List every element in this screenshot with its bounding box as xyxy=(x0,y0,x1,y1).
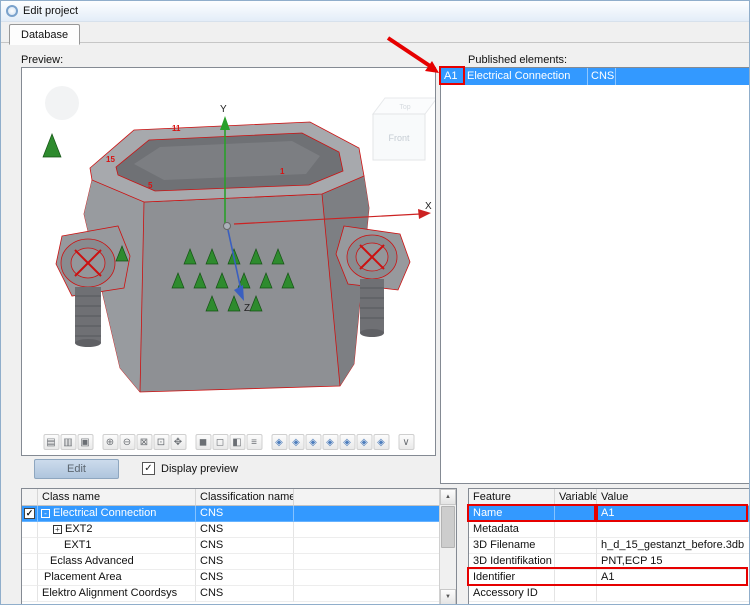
preview-label: Preview: xyxy=(21,54,63,66)
scroll-thumb[interactable] xyxy=(441,506,455,548)
published-filler-cell xyxy=(616,68,750,85)
connector-3d-model: Top Front xyxy=(22,68,435,455)
feature-row-name[interactable]: Name A1 xyxy=(469,506,750,522)
window-title: Edit project xyxy=(23,5,78,17)
panel-icon[interactable]: ▤ xyxy=(43,434,59,450)
published-row[interactable]: A1 Electrical Connection CNS xyxy=(441,68,750,85)
scroll-down-button[interactable]: ▼ xyxy=(440,589,456,605)
edit-project-dialog: Edit project Database Preview: Top Front xyxy=(0,0,750,605)
view-top-icon[interactable]: ◈ xyxy=(339,434,355,450)
svg-text:Top: Top xyxy=(399,104,410,111)
class-table-scrollbar[interactable]: ▲ ▼ xyxy=(439,489,456,605)
feature-row-accessory-id[interactable]: Accessory ID xyxy=(469,586,750,602)
zoom-fit-icon[interactable]: ⊠ xyxy=(136,434,152,450)
class-table: Class name Classification name ✓ -Electr… xyxy=(21,488,457,605)
row-checkbox[interactable]: ✓ xyxy=(24,508,35,519)
svg-text:Front: Front xyxy=(388,133,410,143)
svg-text:15: 15 xyxy=(106,155,115,164)
titlebar: Edit project xyxy=(1,1,749,22)
published-id-cell: A1 xyxy=(441,68,464,85)
zoom-out-icon[interactable]: ⊖ xyxy=(119,434,135,450)
header-value[interactable]: Value xyxy=(597,489,750,506)
wireframe-view-icon[interactable]: ◻ xyxy=(212,434,228,450)
class-row-ext1[interactable]: EXT1 CNS xyxy=(22,538,439,554)
orbit-widget[interactable] xyxy=(45,86,79,120)
svg-text:Y: Y xyxy=(220,104,227,115)
zoom-in-icon[interactable]: ⊕ xyxy=(102,434,118,450)
class-table-header: Class name Classification name xyxy=(22,489,439,506)
zoom-window-icon[interactable]: ⊡ xyxy=(153,434,169,450)
published-name-cell: Electrical Connection xyxy=(464,68,588,85)
transparent-view-icon[interactable]: ◧ xyxy=(229,434,245,450)
header-feature[interactable]: Feature xyxy=(469,489,555,506)
class-row-eclass-advanced[interactable]: Eclass Advanced CNS xyxy=(22,554,439,570)
svg-text:11: 11 xyxy=(172,124,181,133)
nav-cube[interactable]: Top Front xyxy=(373,98,435,160)
scroll-up-button[interactable]: ▲ xyxy=(440,489,456,505)
class-row-electrical-connection[interactable]: ✓ -Electrical Connection CNS xyxy=(22,506,439,522)
header-empty xyxy=(294,489,439,506)
class-row-elektro-alignment-coordsys[interactable]: Elektro Alignment Coordsys CNS xyxy=(22,586,439,602)
tab-strip-line xyxy=(1,42,749,43)
feature-row-metadata[interactable]: Metadata xyxy=(469,522,750,538)
view-iso-icon[interactable]: ◈ xyxy=(373,434,389,450)
feature-row-3d-identifikation[interactable]: 3D Identifikation PNT,ECP 15 xyxy=(469,554,750,570)
header-variable[interactable]: Variable xyxy=(555,489,597,506)
svg-text:5: 5 xyxy=(148,181,153,190)
published-class-cell: CNS xyxy=(588,68,616,85)
svg-text:1: 1 xyxy=(280,167,285,176)
tab-database[interactable]: Database xyxy=(9,24,80,45)
cube-display-icon[interactable]: ▣ xyxy=(77,434,93,450)
edit-button[interactable]: Edit xyxy=(34,459,119,479)
preview-viewport[interactable]: Top Front xyxy=(21,67,436,456)
view-right-icon[interactable]: ◈ xyxy=(322,434,338,450)
feature-row-identifier[interactable]: Identifier A1 xyxy=(469,570,750,586)
view-back-icon[interactable]: ◈ xyxy=(288,434,304,450)
app-icon xyxy=(6,5,18,17)
shaded-view-icon[interactable]: ◼ xyxy=(195,434,211,450)
display-preview-label: Display preview xyxy=(161,463,238,475)
svg-text:X: X xyxy=(425,201,432,212)
feature-row-3d-filename[interactable]: 3D Filename h_d_15_gestanzt_before.3db xyxy=(469,538,750,554)
scroll-track[interactable] xyxy=(440,549,456,589)
published-elements-list[interactable]: A1 Electrical Connection CNS xyxy=(440,67,750,484)
view-bottom-icon[interactable]: ◈ xyxy=(356,434,372,450)
svg-text:Z: Z xyxy=(244,303,250,314)
layers-icon[interactable]: ≡ xyxy=(246,434,262,450)
feature-table: Feature Variable Value Name A1 Metadata … xyxy=(468,488,750,605)
view-left-icon[interactable]: ◈ xyxy=(305,434,321,450)
pan-icon[interactable]: ✥ xyxy=(170,434,186,450)
feature-table-header: Feature Variable Value xyxy=(469,489,750,506)
header-classification-name[interactable]: Classification name xyxy=(196,489,294,506)
header-checkbox-column[interactable] xyxy=(22,489,38,506)
collapse-icon[interactable]: - xyxy=(41,509,50,518)
copy-view-icon[interactable]: ▥ xyxy=(60,434,76,450)
display-preview-checkbox[interactable]: ✓ xyxy=(142,462,155,475)
expand-icon[interactable]: + xyxy=(53,525,62,534)
header-class-name[interactable]: Class name xyxy=(38,489,196,506)
more-views-icon[interactable]: ∨ xyxy=(398,434,414,450)
class-row-placement-area[interactable]: Placement Area CNS xyxy=(22,570,439,586)
class-row-ext2[interactable]: +EXT2 CNS xyxy=(22,522,439,538)
preview-toolbar: ▤▥▣⊕⊖⊠⊡✥◼◻◧≡◈◈◈◈◈◈◈∨ xyxy=(43,434,414,450)
view-front-icon[interactable]: ◈ xyxy=(271,434,287,450)
published-elements-label: Published elements: xyxy=(468,54,567,66)
